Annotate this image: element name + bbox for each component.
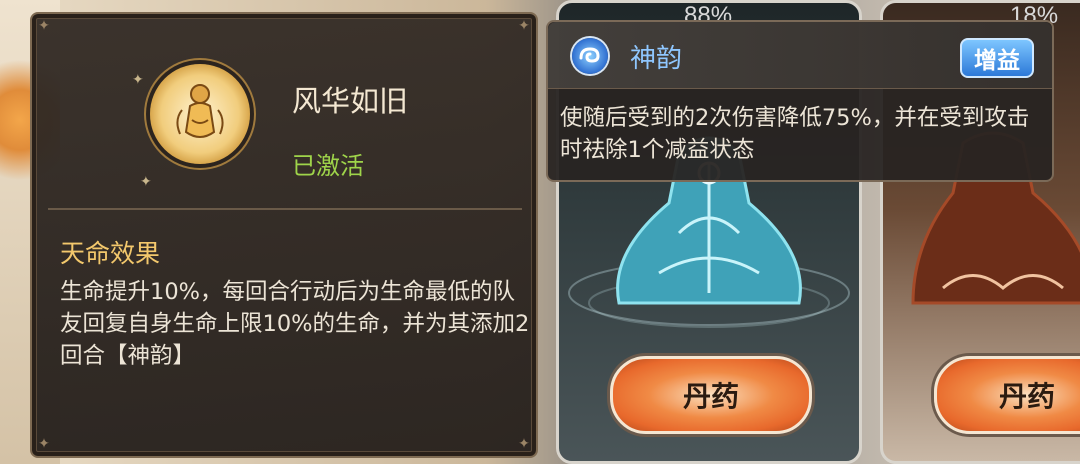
buff-type-badge: 增益 — [960, 38, 1034, 78]
fate-tooltip-panel: ✦ ✦ ✦ ✦ ✦ ✦ 风华如旧 已激活 天命效果 生命提升10%，每回合行动后… — [30, 12, 538, 458]
corner-ornament-icon: ✦ — [518, 436, 530, 452]
corner-ornament-icon: ✦ — [518, 18, 530, 34]
effect-description: 生命提升10%，每回合行动后为生命最低的队友回复自身生命上限10%的生命，并为其… — [60, 279, 530, 369]
section-title: 天命效果 — [60, 239, 161, 268]
elixir-button[interactable]: 丹药 — [934, 356, 1080, 434]
divider — [48, 208, 522, 210]
dancer-emblem-icon — [150, 64, 250, 164]
elixir-button[interactable]: 丹药 — [610, 356, 812, 434]
swirl-cloud-icon — [572, 38, 608, 74]
activation-status: 已激活 — [292, 152, 364, 180]
buff-description: 使随后受到的2次伤害降低75%，并在受到攻击时祛除1个减益状态 — [560, 105, 1030, 163]
corner-ornament-icon: ✦ — [38, 18, 50, 34]
fate-title: 风华如旧 — [292, 84, 409, 118]
buff-name: 神韵 — [630, 44, 683, 74]
corner-ornament-icon: ✦ — [38, 436, 50, 452]
buff-header: 神韵 增益 — [548, 22, 1052, 89]
buff-tooltip: 神韵 增益 使随后受到的2次伤害降低75%，并在受到攻击时祛除1个减益状态 — [546, 20, 1054, 182]
sparkle-icon: ✦ — [140, 174, 152, 190]
sparkle-icon: ✦ — [132, 72, 144, 88]
